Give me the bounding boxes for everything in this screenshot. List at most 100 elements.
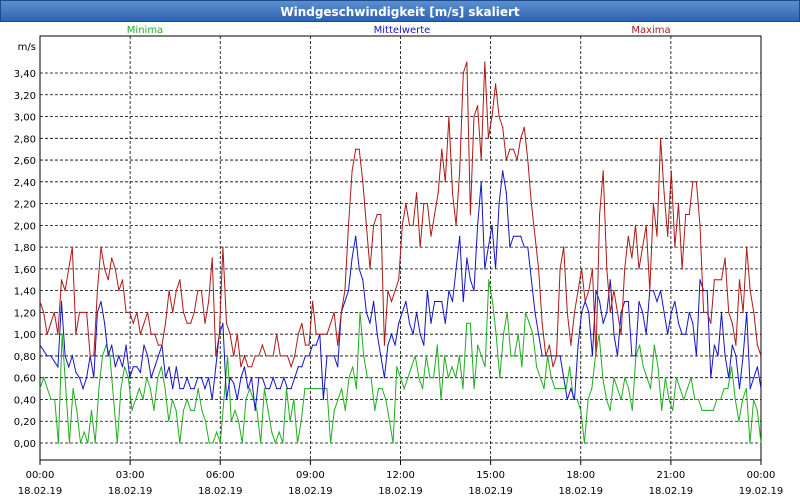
data-point	[719, 398, 722, 401]
data-point	[93, 355, 95, 357]
data-point	[760, 388, 762, 390]
data-point	[94, 442, 96, 444]
data-point	[234, 409, 236, 411]
data-point	[520, 137, 522, 139]
data-point	[416, 192, 418, 194]
data-point	[405, 300, 407, 303]
data-point	[407, 377, 409, 379]
data-point	[50, 398, 52, 401]
data-point	[458, 355, 460, 357]
data-point	[340, 311, 342, 313]
data-point	[664, 377, 667, 379]
data-point	[154, 333, 156, 335]
data-point	[734, 398, 736, 401]
data-point	[258, 355, 260, 357]
data-point	[326, 388, 328, 390]
data-point	[366, 377, 368, 379]
data-point	[426, 290, 428, 292]
data-point	[441, 148, 443, 150]
data-point	[297, 333, 299, 335]
data-point	[326, 333, 328, 335]
data-point	[512, 148, 515, 150]
data-point	[448, 115, 450, 118]
data-point	[104, 268, 106, 270]
data-point	[683, 398, 685, 401]
data-point	[502, 126, 504, 128]
data-point	[358, 148, 360, 150]
data-point	[127, 377, 129, 379]
data-point	[616, 311, 619, 313]
data-point	[746, 311, 748, 313]
x-tick-date: 18.02.19	[198, 486, 243, 497]
data-point	[308, 355, 310, 357]
data-point	[502, 333, 505, 335]
data-point	[692, 322, 694, 324]
data-point	[563, 246, 565, 248]
data-point	[223, 398, 225, 401]
data-point	[261, 344, 263, 346]
data-point	[510, 355, 512, 357]
data-point	[312, 344, 314, 346]
data-point	[347, 290, 350, 292]
data-point	[627, 235, 629, 237]
data-point	[157, 344, 159, 346]
data-point	[68, 442, 70, 444]
data-point	[79, 442, 82, 444]
data-point	[272, 355, 274, 357]
data-point	[685, 333, 687, 335]
data-point	[495, 268, 497, 270]
data-point	[286, 388, 289, 390]
data-point	[609, 311, 611, 313]
data-point	[536, 366, 538, 368]
data-point	[429, 377, 431, 379]
data-point	[376, 333, 378, 335]
data-point	[136, 366, 138, 368]
data-point	[616, 355, 619, 357]
data-point	[225, 398, 228, 401]
data-point	[186, 398, 188, 401]
data-point	[200, 377, 202, 379]
data-point	[68, 366, 70, 368]
data-point	[337, 344, 339, 346]
data-point	[39, 388, 41, 390]
data-point	[380, 213, 382, 216]
data-point	[182, 311, 185, 313]
data-point	[326, 355, 328, 357]
data-point	[315, 388, 317, 390]
data-point	[276, 333, 278, 335]
data-point	[111, 257, 113, 259]
data-point	[710, 377, 712, 379]
data-point	[369, 322, 371, 324]
data-point	[570, 388, 572, 390]
data-point	[599, 213, 601, 216]
data-point	[147, 355, 149, 357]
data-point	[358, 268, 360, 270]
data-point	[146, 377, 148, 379]
data-point	[109, 355, 111, 357]
data-point	[538, 333, 540, 335]
data-point	[638, 268, 640, 270]
data-point	[43, 311, 45, 313]
data-point	[416, 311, 418, 313]
data-point	[286, 355, 289, 357]
data-point	[251, 377, 253, 379]
data-point	[624, 377, 626, 379]
x-tick-date: 18.02.19	[108, 486, 153, 497]
data-point	[706, 290, 708, 292]
data-point	[440, 398, 442, 401]
data-point	[208, 300, 210, 303]
data-point	[527, 246, 529, 248]
data-point	[685, 213, 687, 216]
data-point	[43, 377, 45, 379]
data-point	[143, 322, 145, 324]
data-point	[388, 420, 391, 422]
data-point	[566, 398, 568, 401]
data-point	[441, 300, 443, 303]
data-point	[668, 398, 670, 401]
data-point	[566, 311, 568, 313]
data-point	[462, 72, 464, 74]
data-point	[444, 181, 446, 183]
data-point	[43, 349, 45, 352]
x-tick-time: 06:00	[206, 470, 235, 481]
data-point	[271, 431, 273, 433]
